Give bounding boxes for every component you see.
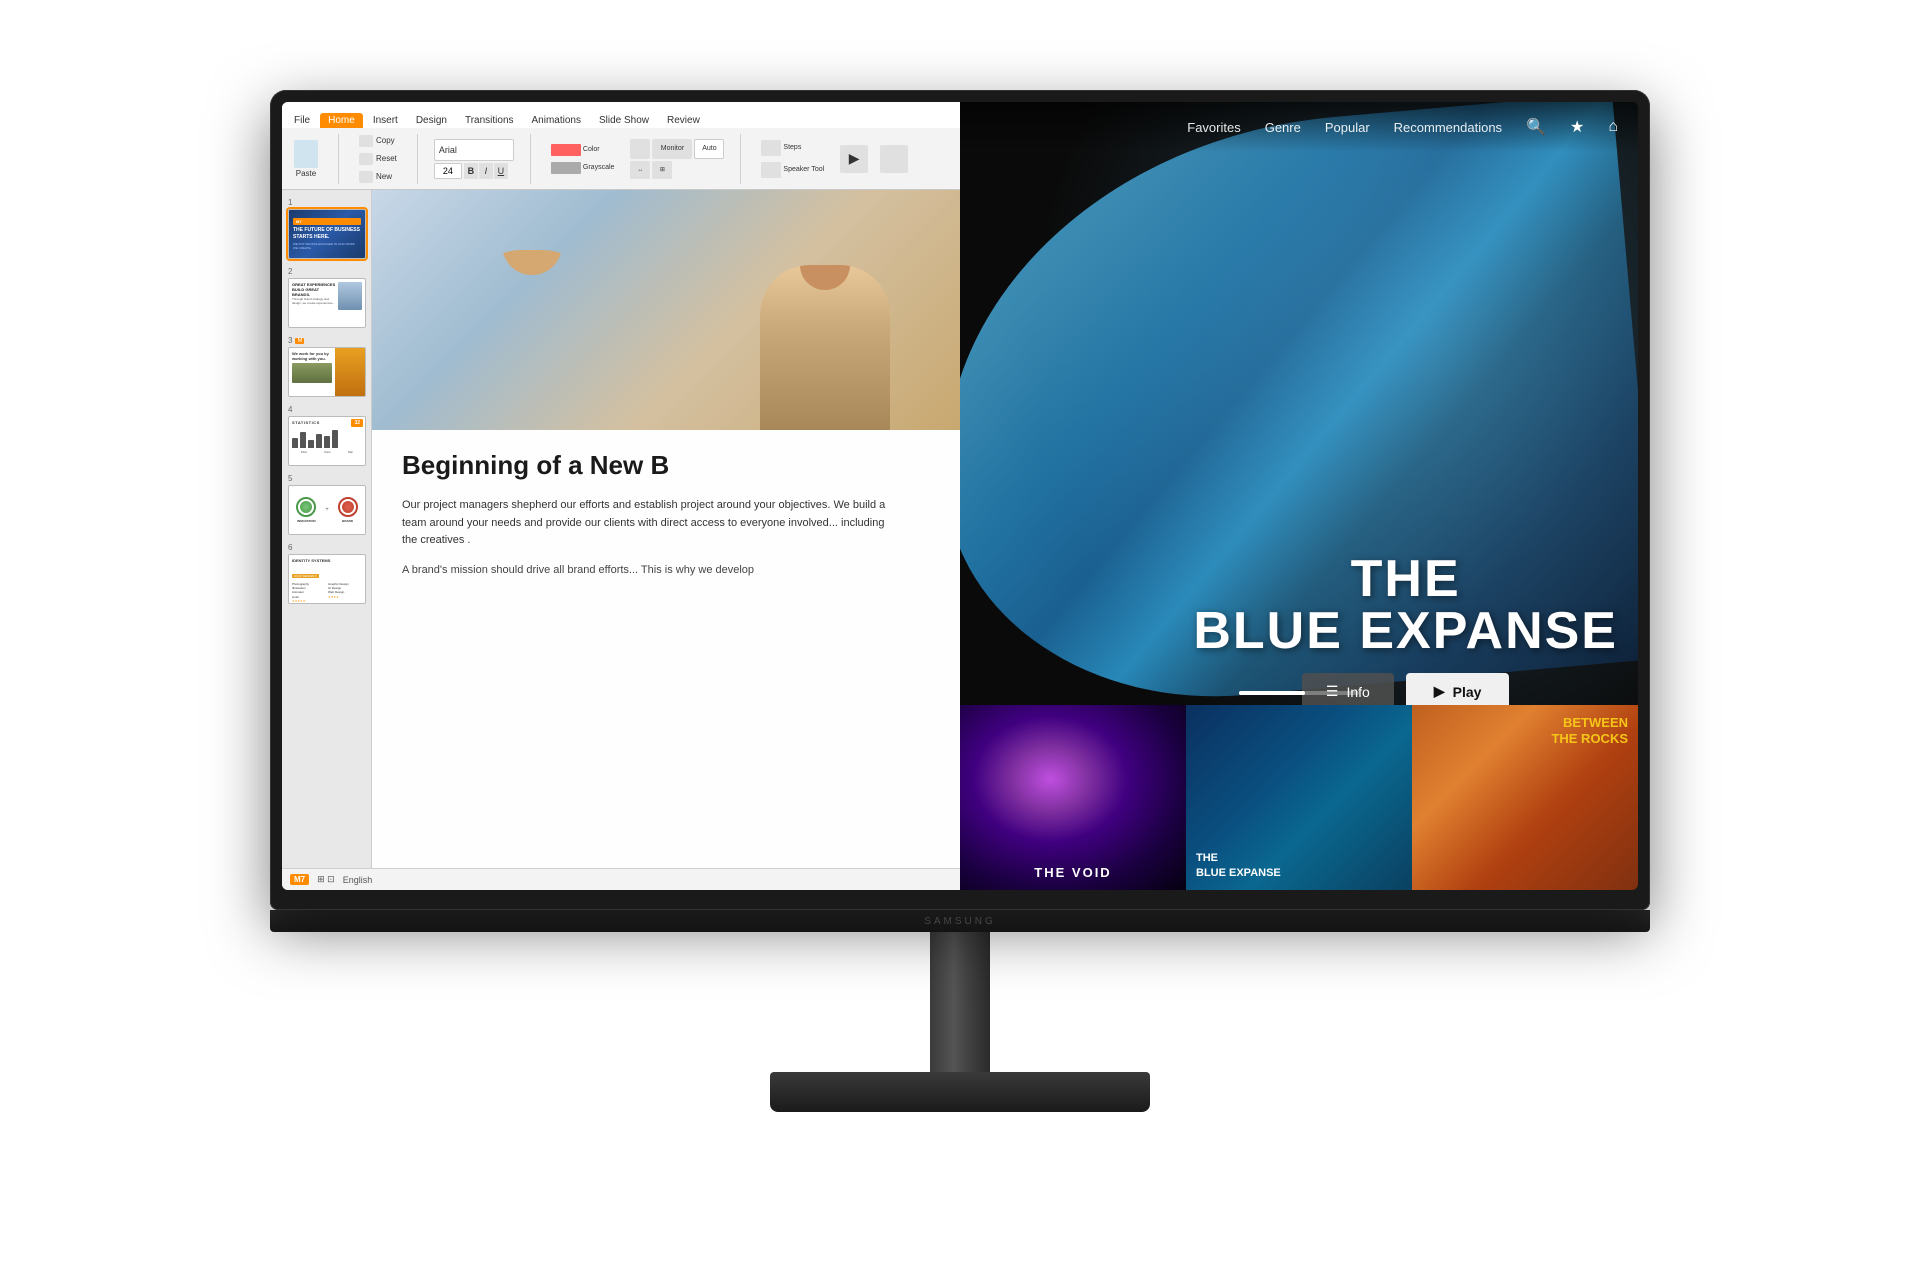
monitor-button[interactable]: Monitor (652, 139, 692, 159)
slide-num-5: 5 (288, 474, 365, 483)
favorites-star-icon[interactable]: ★ (1570, 117, 1584, 137)
home-icon[interactable]: ⌂ (1608, 118, 1618, 136)
hero-title-line2: BLUE EXPANSE (1193, 605, 1618, 657)
slide-img-5: INNOVATION + BRAND (288, 485, 366, 535)
slide-main-title: Beginning of a New Bu (402, 450, 930, 481)
steps-button[interactable]: Steps (757, 138, 828, 158)
paste-button[interactable]: Paste (290, 138, 322, 180)
slide-1-title: THE FUTURE OF BUSINESS STARTS HERE. (293, 227, 361, 240)
nav-favorites[interactable]: Favorites (1187, 120, 1240, 135)
slide-thumb-6[interactable]: 6 IDENTITY SYSTEMS UX/UI DESIGN ▾ Photog… (288, 543, 365, 604)
underline-button[interactable]: U (494, 163, 508, 179)
status-slide-indicator: M7 (290, 874, 309, 885)
monitor-bezel: File Home Insert Design Transitions Anim… (270, 90, 1650, 910)
slide-thumb-1[interactable]: 1 M7 THE FUTURE OF BUSINESS STARTS HERE.… (288, 198, 365, 259)
status-view-icons: ⊞ ⊡ (317, 874, 335, 885)
slide-img-3: We work for you by working with you. (288, 347, 366, 397)
samsung-logo: SAMSUNG (924, 916, 996, 927)
slide-img-4: STATISTICS 32 (288, 416, 366, 466)
thumbnail-the-void[interactable]: THE VOID (960, 705, 1186, 890)
play-icon: ▶ (1434, 683, 1445, 700)
slide-body-1: Our project managers shepherd our effort… (402, 497, 902, 550)
tab-slideshow[interactable]: Slide Show (591, 113, 657, 128)
progress-fill (1239, 691, 1305, 695)
copy-button[interactable]: Copy (355, 133, 401, 149)
slide-img-6: IDENTITY SYSTEMS UX/UI DESIGN ▾ Photogra… (288, 554, 366, 604)
thumb-void-title: THE VOID (960, 865, 1186, 880)
ppt-status-bar: M7 ⊞ ⊡ English (282, 868, 960, 890)
divider-4 (740, 134, 741, 184)
tab-design[interactable]: Design (408, 113, 455, 128)
new-button[interactable]: New (355, 169, 401, 185)
speaker-tool-button[interactable]: Speaker Tool (757, 160, 828, 180)
search-icon[interactable]: 🔍 (1526, 117, 1546, 137)
thumb-blue-expanse-title: THEBLUE EXPANSE (1196, 851, 1281, 880)
italic-button[interactable]: I (479, 163, 493, 179)
streaming-panel: Favorites Genre Popular Recommendations … (960, 102, 1638, 890)
main-slide: Beginning of a New Bu Our project manage… (372, 190, 960, 868)
auto-button[interactable]: Auto (694, 139, 724, 159)
streaming-hero: THE BLUE EXPANSE ☰ Info ▶ Play (1193, 553, 1618, 710)
slide-num-2: 2 (288, 267, 365, 276)
finish-button[interactable] (880, 145, 908, 173)
slide-num-4: 4 (288, 405, 365, 414)
divider-1 (338, 134, 339, 184)
progress-indicator (1239, 691, 1359, 695)
tab-file[interactable]: File (286, 113, 318, 128)
powerpoint-panel: File Home Insert Design Transitions Anim… (282, 102, 960, 890)
divider-2 (417, 134, 418, 184)
slide-thumb-2[interactable]: 2 GREAT EXPERIENCES BUILD GREAT BRANDS. … (288, 267, 365, 328)
nav-genre[interactable]: Genre (1265, 120, 1301, 135)
nav-popular[interactable]: Popular (1325, 120, 1370, 135)
tab-review[interactable]: Review (659, 113, 708, 128)
slide-thumb-3[interactable]: 3 M We work for you by working with you. (288, 336, 365, 397)
thumbnail-blue-expanse[interactable]: THEBLUE EXPANSE (1186, 705, 1412, 890)
monitor-stand-base (770, 1072, 1150, 1112)
slide-img-1: M7 THE FUTURE OF BUSINESS STARTS HERE. W… (288, 209, 366, 259)
slide-2-content: GREAT EXPERIENCES BUILD GREAT BRANDS. Th… (292, 282, 336, 305)
ribbon-tabs: File Home Insert Design Transitions Anim… (282, 102, 960, 128)
monitor-bottom-bezel: SAMSUNG (270, 910, 1650, 932)
fixed-button[interactable]: ⊞ (652, 161, 672, 179)
divider-3 (530, 134, 531, 184)
status-language: English (343, 875, 373, 885)
thumbnail-between-rocks[interactable]: BETWEENTHE ROCKS (1412, 705, 1638, 890)
color-button[interactable]: Color (547, 142, 619, 158)
expand-button[interactable]: ↔ (630, 161, 650, 179)
align-button[interactable] (630, 139, 650, 159)
slide-num-6: 6 (288, 543, 365, 552)
grayscale-button[interactable]: Grayscale (547, 160, 619, 176)
ribbon-content: Paste Copy Reset (282, 128, 960, 190)
slide-1-sub: WE PUT PEOPLE ENGAGED IN OUR WORK. WE CR… (293, 242, 361, 250)
nav-recommendations[interactable]: Recommendations (1394, 120, 1502, 135)
slides-panel: 1 M7 THE FUTURE OF BUSINESS STARTS HERE.… (282, 190, 372, 868)
monitor-stand-neck (930, 932, 990, 1072)
reset-button[interactable]: Reset (355, 151, 401, 167)
slide-img-2: GREAT EXPERIENCES BUILD GREAT BRANDS. Th… (288, 278, 366, 328)
slide-main-image (372, 190, 960, 430)
tab-insert[interactable]: Insert (365, 113, 406, 128)
ppt-content-area: 1 M7 THE FUTURE OF BUSINESS STARTS HERE.… (282, 190, 960, 868)
stats-badge: 32 (351, 419, 363, 427)
thumb-void-bg (960, 705, 1186, 890)
monitor: File Home Insert Design Transitions Anim… (260, 90, 1660, 1190)
tab-animations[interactable]: Animations (524, 113, 589, 128)
tab-transitions[interactable]: Transitions (457, 113, 522, 128)
slide-thumb-4[interactable]: 4 STATISTICS (288, 405, 365, 466)
play-button[interactable]: ▶ (840, 145, 868, 173)
slide-num-3: 3 M (288, 336, 365, 345)
slide-body-2: A brand's mission should drive all brand… (402, 562, 930, 579)
ppt-toolbar: File Home Insert Design Transitions Anim… (282, 102, 960, 190)
thumbnails-row: THE VOID THEBLUE EXPANSE BETWEENTHE ROCK… (960, 705, 1638, 890)
slide-num-1: 1 (288, 198, 365, 207)
tab-home[interactable]: Home (320, 113, 363, 128)
bold-button[interactable]: B (464, 163, 478, 179)
hero-title-line1: THE (1193, 553, 1618, 605)
slide-4-bars (292, 428, 362, 448)
slide-thumb-5[interactable]: 5 INNOVATION (288, 474, 365, 535)
monitor-screen: File Home Insert Design Transitions Anim… (282, 102, 1638, 890)
streaming-header: Favorites Genre Popular Recommendations … (960, 102, 1638, 152)
thumb-rocks-title: BETWEENTHE ROCKS (1551, 715, 1628, 746)
slide-content: Beginning of a New Bu Our project manage… (372, 430, 960, 868)
